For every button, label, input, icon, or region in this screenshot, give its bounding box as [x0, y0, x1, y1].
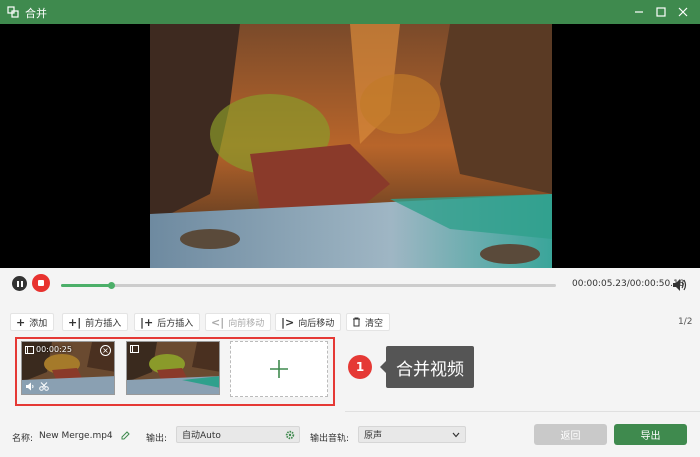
- scissors-icon[interactable]: [39, 382, 49, 391]
- output-label: 输出:: [146, 434, 168, 444]
- merge-app-icon: [7, 6, 19, 18]
- move-forward-button[interactable]: <| 向前移动: [205, 313, 272, 331]
- playback-bar: 00:00:05.23/00:00:50.18: [0, 268, 700, 306]
- video-frame: [150, 24, 552, 268]
- close-icon: [678, 7, 688, 17]
- window-title: 合并: [25, 7, 47, 20]
- step-badge: 1: [348, 355, 372, 379]
- minimize-icon: [635, 11, 643, 13]
- audio-icon[interactable]: [25, 382, 35, 391]
- plus-icon: +: [16, 315, 26, 329]
- output-format-select[interactable]: 自动Auto: [176, 426, 300, 443]
- clip-thumbnail-image: [127, 342, 219, 394]
- insert-after-button[interactable]: |+ 后方插入: [134, 313, 201, 331]
- divider: [345, 411, 700, 412]
- title-bar: 合并: [0, 0, 700, 24]
- stop-button[interactable]: [32, 274, 50, 292]
- footer-bar: 名称: New Merge.mp4 输出: 自动Auto 输出音轨: 原声 返回…: [0, 423, 700, 449]
- insert-after-icon: |+: [140, 315, 154, 329]
- insert-before-button[interactable]: +| 前方插入: [62, 313, 129, 331]
- clip-strip: 00:00:25 × 1 合并视频: [0, 335, 700, 411]
- trash-icon: [353, 317, 360, 327]
- progress-fill: [61, 284, 111, 287]
- insert-before-icon: +|: [68, 315, 82, 329]
- clip-duration: [130, 345, 139, 353]
- film-icon: [25, 345, 34, 354]
- video-preview: [0, 24, 700, 268]
- audio-track-select[interactable]: 原声: [358, 426, 466, 443]
- film-icon: [130, 345, 139, 353]
- close-button[interactable]: [674, 3, 692, 21]
- chevron-down-icon: [452, 432, 460, 438]
- progress-slider[interactable]: [61, 282, 556, 289]
- clear-button[interactable]: 清空: [346, 313, 391, 331]
- add-clip-slot[interactable]: [230, 341, 328, 397]
- move-backward-button[interactable]: |> 向后移动: [275, 313, 342, 331]
- back-button[interactable]: 返回: [534, 424, 607, 445]
- volume-icon[interactable]: [672, 278, 688, 292]
- pause-button[interactable]: [12, 276, 27, 291]
- edit-icon[interactable]: [121, 431, 130, 440]
- pause-icon: [16, 280, 19, 287]
- export-button[interactable]: 导出: [614, 424, 687, 445]
- maximize-icon: [656, 7, 666, 17]
- move-left-icon: <|: [211, 315, 225, 329]
- move-right-icon: |>: [281, 315, 295, 329]
- audio-track-label: 输出音轨:: [310, 434, 350, 444]
- progress-handle[interactable]: [107, 282, 115, 289]
- minimize-button[interactable]: [630, 3, 648, 21]
- plus-icon: [270, 360, 288, 378]
- gear-icon[interactable]: [285, 430, 295, 440]
- file-name: New Merge.mp4: [39, 431, 113, 441]
- remove-clip-icon[interactable]: ×: [100, 345, 111, 356]
- name-label: 名称:: [12, 434, 34, 444]
- add-button[interactable]: + 添加: [10, 313, 55, 331]
- annotation-callout: 合并视频: [380, 346, 474, 388]
- timecode: 00:00:05.23/00:00:50.18: [572, 279, 685, 289]
- clip-duration: 00:00:25: [25, 345, 72, 354]
- page-indicator: 1/2: [678, 317, 693, 327]
- clip-thumbnail[interactable]: [126, 341, 220, 395]
- clip-toolbar: + 添加 +| 前方插入 |+ 后方插入 <| 向前移动 |> 向后移动 清空 …: [0, 313, 700, 331]
- maximize-button[interactable]: [652, 3, 670, 21]
- clip-thumbnail[interactable]: 00:00:25 ×: [21, 341, 115, 395]
- stop-icon: [38, 280, 44, 286]
